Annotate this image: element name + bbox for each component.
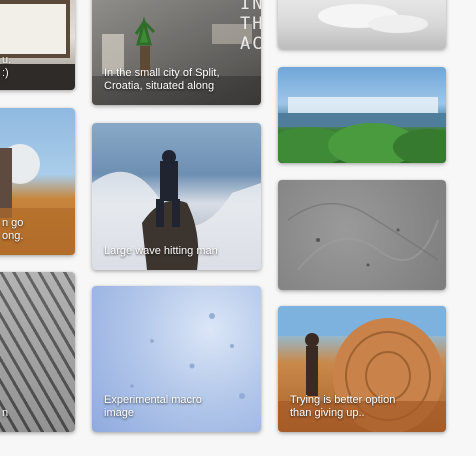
photo-card-shingles[interactable]: n — [0, 272, 75, 432]
photo-caption: Experimental macro image — [104, 394, 202, 419]
photo-caption: u. :) — [2, 54, 12, 79]
photo-card-concrete[interactable] — [278, 180, 446, 290]
photo-card-wave[interactable]: Large wave hitting man — [92, 123, 261, 270]
photo-card-wood[interactable]: Trying is better option than giving up.. — [278, 306, 446, 432]
niagara-falls-photo — [278, 97, 446, 163]
snow-photo — [318, 4, 428, 33]
photo-caption: Large wave hitting man — [104, 245, 218, 257]
photo-card-split[interactable]: IN THE ACE. In the small city of Split, … — [92, 0, 261, 105]
photo-card-chalkboard[interactable]: u. :) — [0, 0, 75, 90]
photo-caption: Trying is better option than giving up.. — [290, 394, 396, 419]
photo-caption: n — [2, 407, 9, 419]
concrete-texture-photo — [287, 203, 439, 271]
photo-caption: n go ong. — [2, 217, 24, 242]
photo-caption: In the small city of Split, Croatia, sit… — [104, 67, 220, 92]
photo-card-snow[interactable] — [278, 0, 446, 49]
photo-card-field[interactable]: n go ong. — [0, 108, 75, 255]
photo-card-niagara[interactable] — [278, 67, 446, 163]
storefront-sign-text: IN THE ACE. — [240, 0, 261, 54]
photo-gallery: u. :) IN THE ACE. In the small city of S… — [0, 0, 476, 456]
photo-card-macro[interactable]: Experimental macro image — [92, 286, 261, 432]
